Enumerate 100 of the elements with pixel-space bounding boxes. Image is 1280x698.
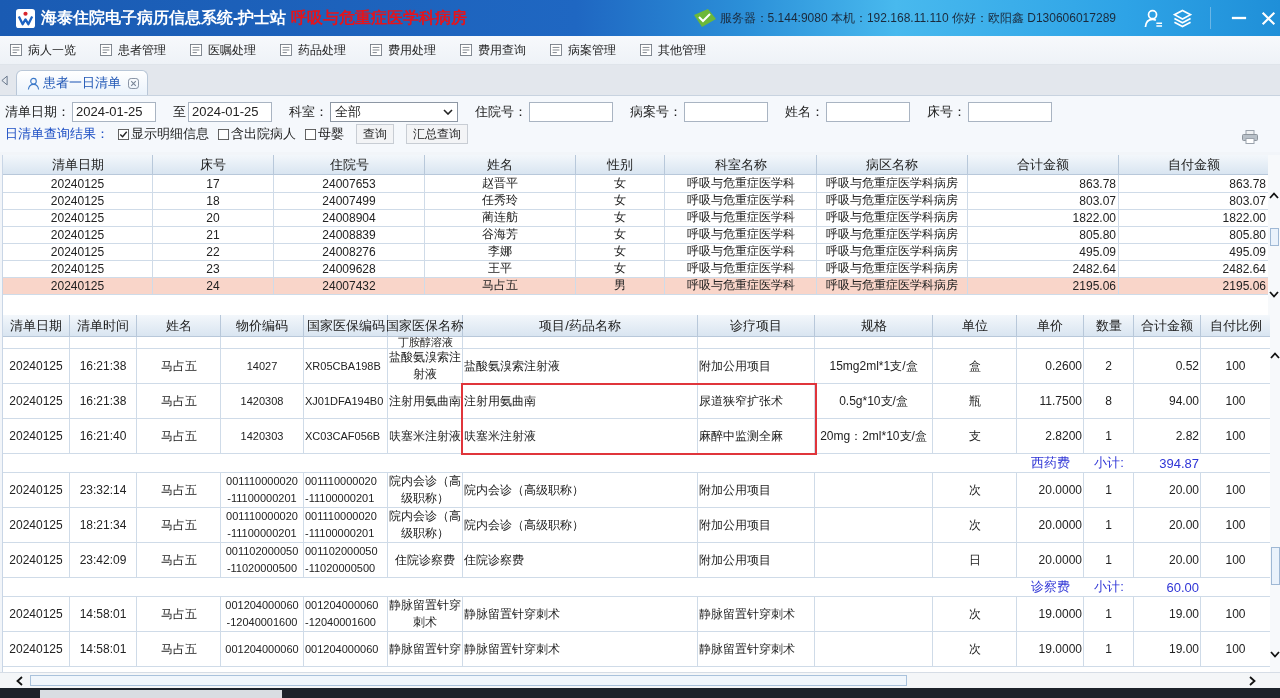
query-button[interactable]: 查询 bbox=[356, 124, 394, 144]
table-cell: 盒 bbox=[933, 349, 1017, 384]
vertical-scrollbar[interactable] bbox=[1270, 315, 1280, 672]
column-header[interactable]: 合计金额 bbox=[1134, 315, 1201, 337]
column-header[interactable]: 诊疗项目 bbox=[698, 315, 815, 337]
table-row[interactable]: 20240125 21 24008839 谷海芳 女 呼吸与危重症医学科 呼吸与危重症医学科病房 805.80 805.80 bbox=[3, 226, 1268, 243]
document-icon bbox=[10, 44, 22, 56]
table-cell: 静脉留置针穿刺术 bbox=[698, 632, 815, 667]
menu-item[interactable]: 患者管理 bbox=[98, 39, 188, 61]
text-field[interactable] bbox=[529, 101, 613, 122]
document-icon bbox=[460, 44, 472, 56]
scroll-up-icon[interactable] bbox=[1269, 192, 1279, 199]
menu-item[interactable]: 病案管理 bbox=[548, 39, 638, 61]
column-header[interactable]: 病区名称 bbox=[817, 155, 968, 175]
text-field[interactable] bbox=[684, 101, 768, 122]
column-header[interactable]: 规格 bbox=[815, 315, 933, 337]
column-header[interactable]: 合计金额 bbox=[968, 155, 1119, 175]
table-row[interactable]: 20240125 16:21:38 马占五 1420308 XJ01DFA194B0 注射用氨曲南 注射用氨曲南 尿道狭窄扩张术 0.5g*10支/盒 瓶 11.7500 8 94.00 100 bbox=[3, 384, 1271, 419]
column-header[interactable]: 清单日期 bbox=[3, 315, 70, 337]
text-field[interactable] bbox=[826, 101, 910, 122]
table-row[interactable]: 20240125 20 24008904 蔺连舫 女 呼吸与危重症医学科 呼吸与危重症医学科病房 1822.00 1822.00 bbox=[3, 209, 1268, 226]
column-header[interactable]: 自付金额 bbox=[1119, 155, 1269, 175]
scroll-right-icon[interactable] bbox=[1249, 676, 1256, 686]
column-header[interactable]: 姓名 bbox=[425, 155, 576, 175]
printer-icon[interactable] bbox=[1242, 130, 1258, 144]
scroll-down-icon[interactable] bbox=[1270, 651, 1280, 658]
column-header[interactable]: 国家医保编码 bbox=[304, 315, 388, 337]
checkbox-label[interactable]: 显示明细信息 bbox=[131, 125, 209, 143]
table-cell: 女 bbox=[576, 192, 665, 210]
horizontal-scrollbar[interactable] bbox=[0, 672, 1280, 688]
text-field[interactable] bbox=[968, 101, 1052, 122]
column-header[interactable]: 床号 bbox=[153, 155, 274, 175]
scroll-down-icon[interactable] bbox=[1269, 291, 1279, 298]
table-cell: 院内会诊（高级职称） bbox=[388, 508, 463, 543]
menu-item[interactable]: 医嘱处理 bbox=[188, 39, 278, 61]
column-header[interactable]: 物价编码 bbox=[221, 315, 304, 337]
table-cell: 8 bbox=[1084, 384, 1134, 419]
checkbox[interactable] bbox=[218, 128, 229, 140]
close-icon[interactable] bbox=[128, 77, 139, 89]
table-cell: 住院诊察费 bbox=[388, 543, 463, 578]
table-row[interactable]: 20240125 18 24007499 任秀玲 女 呼吸与危重症医学科 呼吸与危重症医学科病房 803.07 803.07 bbox=[3, 192, 1268, 209]
menu-item[interactable]: 费用查询 bbox=[458, 39, 548, 61]
table-cell: 马占五 bbox=[137, 384, 221, 419]
date-field[interactable]: 2024-01-25 bbox=[72, 101, 156, 122]
table-cell: 呼吸与危重症医学科 bbox=[665, 192, 817, 210]
column-header[interactable]: 单价 bbox=[1017, 315, 1084, 337]
menu-item[interactable]: 药品处理 bbox=[278, 39, 368, 61]
table-cell: 22 bbox=[153, 243, 274, 261]
tab[interactable]: 患者一日清单 bbox=[16, 70, 148, 95]
checkbox[interactable] bbox=[305, 128, 316, 140]
user-icon[interactable] bbox=[1144, 8, 1163, 28]
table-row[interactable]: 20240125 23:42:09 马占五 001102000050 -11020000500 001102000050 -11020000500 住院诊察费 住院诊察费 附加公用项目 日 20.0000 1 20.00 100 bbox=[3, 543, 1271, 578]
checkbox[interactable] bbox=[118, 128, 129, 140]
table-cell: 18 bbox=[153, 192, 274, 210]
table-cell: 盐酸氨溴索注射液 bbox=[388, 349, 463, 384]
table-cell: 001102000050 -11020000500 bbox=[304, 543, 388, 578]
menu-item[interactable]: 费用处理 bbox=[368, 39, 458, 61]
table-cell: 16:21:40 bbox=[70, 419, 137, 454]
vertical-scrollbar[interactable] bbox=[1268, 155, 1280, 315]
scroll-up-icon[interactable] bbox=[1270, 352, 1280, 359]
table-cell: 院内会诊（高级职称） bbox=[463, 473, 698, 508]
column-header[interactable]: 项目/药品名称 bbox=[463, 315, 698, 337]
department-select[interactable]: 全部 bbox=[330, 101, 458, 122]
menu-item[interactable]: 病人一览 bbox=[8, 39, 98, 61]
query-button[interactable]: 汇总查询 bbox=[406, 124, 468, 144]
table-cell: 2 bbox=[1084, 349, 1134, 384]
column-header[interactable]: 清单日期 bbox=[3, 155, 153, 175]
table-cell: 蔺连舫 bbox=[425, 209, 576, 227]
scroll-left-icon[interactable] bbox=[16, 676, 23, 686]
checkbox-label[interactable]: 母婴 bbox=[318, 125, 344, 143]
table-cell: 20240125 bbox=[3, 349, 70, 384]
table-row[interactable]: 20240125 16:21:40 马占五 1420303 XC03CAF056B 呋塞米注射液 呋塞米注射液 麻醉中监测全麻 20mg：2ml*10支/盒 支 2.8200 1 2.82 100 bbox=[3, 419, 1271, 454]
table-cell: 1 bbox=[1084, 473, 1134, 508]
table-row[interactable]: 20240125 22 24008276 李娜 女 呼吸与危重症医学科 呼吸与危重症医学科病房 495.09 495.09 bbox=[3, 243, 1268, 260]
column-header[interactable]: 自付比例 bbox=[1201, 315, 1271, 337]
scrollbar-thumb[interactable] bbox=[1271, 547, 1280, 585]
table-cell: 0.52 bbox=[1134, 349, 1201, 384]
column-header[interactable]: 单位 bbox=[933, 315, 1017, 337]
checkbox-label[interactable]: 含出院病人 bbox=[231, 125, 296, 143]
column-header[interactable]: 国家医保名称 bbox=[388, 315, 463, 337]
column-header[interactable]: 科室名称 bbox=[665, 155, 817, 175]
column-header[interactable]: 住院号 bbox=[274, 155, 425, 175]
menu-item[interactable]: 其他管理 bbox=[638, 39, 728, 61]
scrollbar-thumb[interactable] bbox=[1270, 228, 1279, 246]
table-row[interactable]: 20240125 17 24007653 赵晋平 女 呼吸与危重症医学科 呼吸与危重症医学科病房 863.78 863.78 bbox=[3, 175, 1268, 192]
column-header[interactable]: 清单时间 bbox=[70, 315, 137, 337]
table-cell: 附加公用项目 bbox=[698, 473, 815, 508]
table-cell: 呼吸与危重症医学科 bbox=[665, 243, 817, 261]
table-cell: 次 bbox=[933, 508, 1017, 543]
table-row[interactable]: 丁胺醇溶液 bbox=[3, 337, 1271, 349]
column-header[interactable]: 数量 bbox=[1084, 315, 1134, 337]
date-field[interactable]: 2024-01-25 bbox=[188, 101, 272, 122]
layers-icon[interactable] bbox=[1173, 8, 1192, 28]
column-header[interactable]: 姓名 bbox=[137, 315, 221, 337]
column-header[interactable]: 性别 bbox=[576, 155, 665, 175]
table-row[interactable]: 20240125 14:58:01 马占五 001204000060 001204000060 静脉留置针穿 静脉留置针穿刺术 静脉留置针穿刺术 次 19.0000 1 19.00 100 bbox=[3, 632, 1271, 667]
table-cell: 24008276 bbox=[274, 243, 425, 261]
field-label: 科室： bbox=[289, 102, 328, 121]
table-cell: 001110000020 -11100000201 bbox=[221, 473, 304, 508]
scrollbar-thumb[interactable] bbox=[30, 675, 907, 686]
